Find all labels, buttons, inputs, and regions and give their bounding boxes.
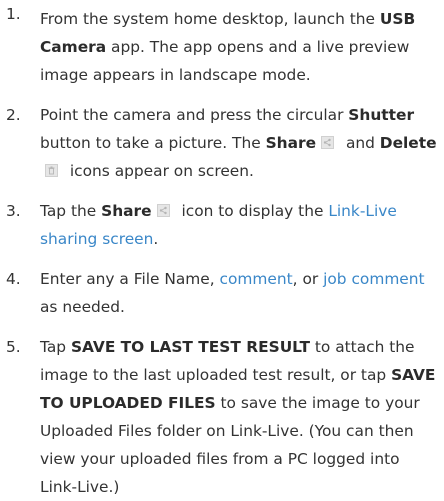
step-number: 2.	[6, 106, 21, 124]
step-5: 5. Tap SAVE TO LAST TEST RESULT to attac…	[0, 333, 444, 501]
share-label: Share	[101, 202, 152, 220]
step-number: 3.	[6, 202, 21, 220]
step-1: 1. From the system home desktop, launch …	[0, 0, 444, 89]
delete-label: Delete	[379, 134, 437, 152]
step-text: Enter any a File Name,	[40, 270, 220, 288]
step-text: and	[341, 134, 380, 152]
step-text: button to take a picture. The	[40, 134, 266, 152]
step-4: 4. Enter any a File Name, comment, or jo…	[0, 265, 444, 321]
step-number: 4.	[6, 270, 21, 288]
step-text: .	[153, 230, 159, 248]
step-text: icons appear on screen.	[65, 162, 254, 180]
share-label: Share	[265, 134, 317, 152]
step-2: 2. Point the camera and press the circul…	[0, 101, 444, 185]
step-text: Tap the	[40, 202, 102, 220]
instruction-list: 1. From the system home desktop, launch …	[0, 0, 444, 501]
share-icon	[156, 204, 170, 217]
step-text: , or	[292, 270, 324, 288]
step-number: 1.	[6, 5, 21, 23]
step-3: 3. Tap the Share icon to display the Lin…	[0, 197, 444, 253]
shutter-label: Shutter	[348, 106, 415, 124]
step-text: Point the camera and press the circular	[40, 106, 349, 124]
step-text: icon to display the	[176, 202, 329, 220]
share-icon	[321, 136, 335, 149]
step-number: 5.	[6, 338, 21, 356]
comment-link[interactable]: comment	[220, 270, 293, 288]
step-text: Tap	[40, 338, 71, 356]
job-comment-link[interactable]: job comment	[323, 270, 424, 288]
step-text: From the system home desktop, launch the	[40, 10, 380, 28]
step-text: as needed.	[40, 298, 125, 316]
save-to-last-test-result-label: SAVE TO LAST TEST RESULT	[70, 338, 310, 356]
delete-icon	[45, 164, 58, 177]
